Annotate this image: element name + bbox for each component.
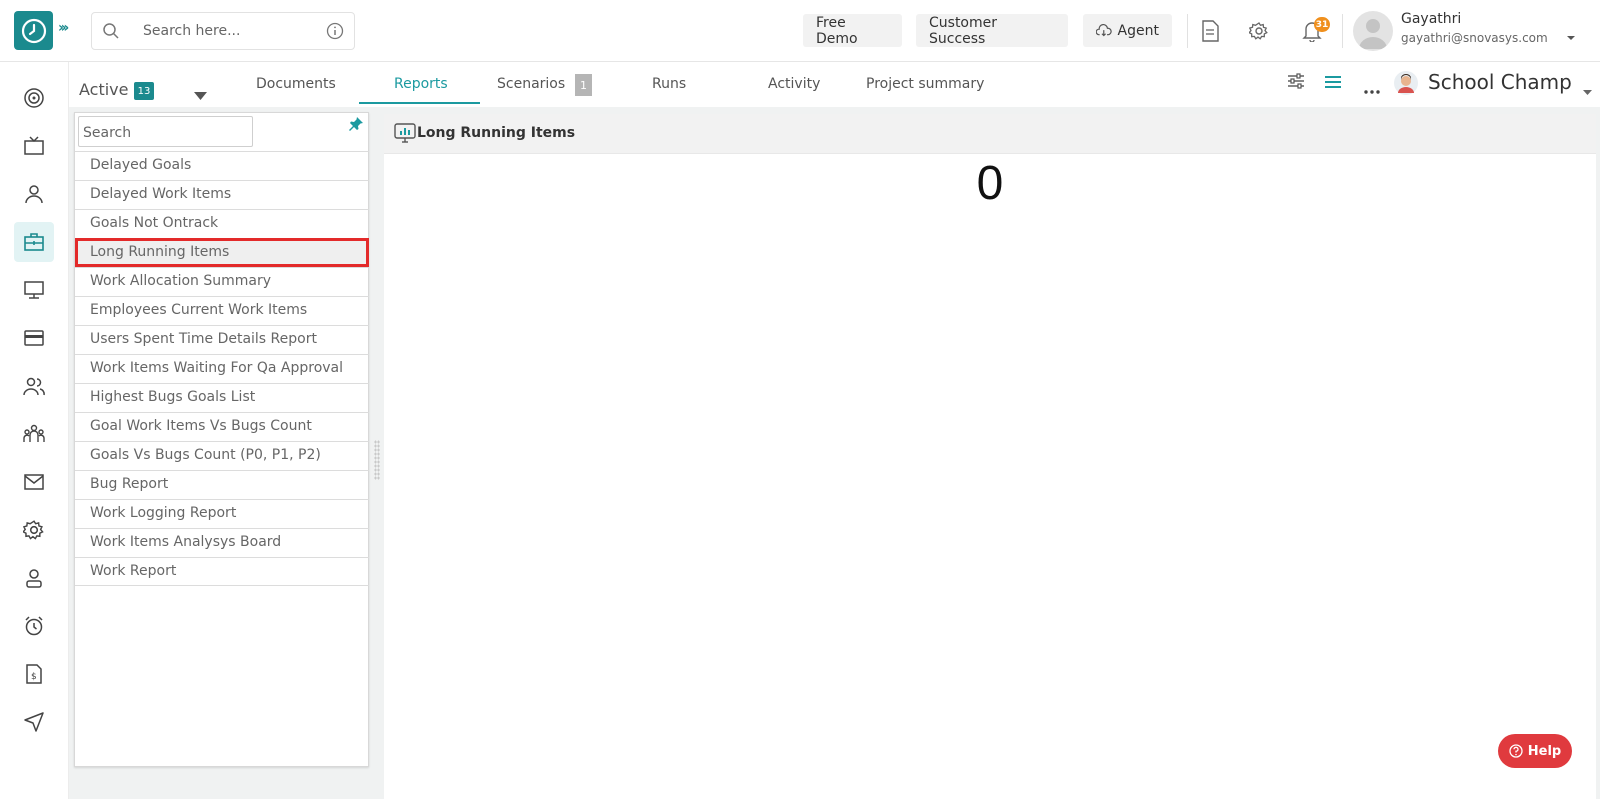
chevron-down-icon[interactable] (1566, 26, 1576, 45)
report-header: Long Running Items (384, 114, 1596, 154)
list-item-selected[interactable]: Long Running Items (75, 238, 369, 267)
users-group-icon[interactable] (14, 366, 54, 406)
report-panel: Long Running Items 0 (384, 114, 1596, 799)
user-email: gayathri@snovasys.com (1401, 31, 1548, 45)
customer-success-button[interactable]: Customer Success (916, 14, 1068, 47)
filter-sliders-icon[interactable] (1287, 73, 1305, 93)
profile-icon[interactable] (14, 558, 54, 598)
list-item[interactable]: Goal Work Items Vs Bugs Count (75, 412, 369, 441)
list-item[interactable]: Work Logging Report (75, 499, 369, 528)
svg-text:$: $ (31, 672, 37, 682)
tab-activity[interactable]: Activity (768, 76, 820, 104)
caret-down-icon[interactable] (194, 85, 207, 104)
search-icon (102, 22, 120, 44)
tab-scenarios[interactable]: Scenarios (497, 76, 565, 104)
scenarios-count-badge: 1 (575, 74, 592, 96)
divider (1187, 14, 1188, 48)
tab-documents[interactable]: Documents (256, 76, 336, 104)
send-icon[interactable] (14, 702, 54, 742)
dashboard-target-icon[interactable] (14, 78, 54, 118)
help-label: Help (1527, 743, 1562, 759)
resize-handle[interactable] (374, 440, 380, 480)
global-search[interactable]: Search here... (91, 12, 355, 50)
info-icon[interactable] (326, 22, 344, 44)
report-monitor-icon (394, 123, 416, 147)
chevron-down-icon[interactable] (1583, 80, 1592, 99)
free-demo-button[interactable]: Free Demo (803, 14, 902, 47)
left-navigation: $ (0, 62, 69, 799)
reports-list-panel: Search Delayed Goals Delayed Work Items … (74, 112, 369, 767)
list-item[interactable]: Goals Vs Bugs Count (P0, P1, P2) (75, 441, 369, 470)
list-item[interactable]: Goals Not Ontrack (75, 209, 369, 238)
cloud-download-icon (1096, 23, 1112, 36)
notification-badge: 31 (1314, 17, 1330, 32)
report-title: Long Running Items (417, 125, 576, 141)
tab-runs[interactable]: Runs (652, 76, 686, 104)
projects-briefcase-icon[interactable] (14, 222, 54, 262)
list-item[interactable]: Work Items Analysys Board (75, 528, 369, 557)
list-item[interactable]: Bug Report (75, 470, 369, 499)
question-icon (1509, 744, 1523, 758)
list-item[interactable]: Delayed Goals (75, 151, 369, 180)
document-icon[interactable] (1197, 18, 1223, 44)
expand-menu-icon[interactable]: ››› (58, 20, 69, 36)
project-avatar (1394, 71, 1418, 95)
list-item[interactable]: Work Report (75, 557, 369, 586)
search-input[interactable]: Search here... (143, 23, 240, 39)
mail-icon[interactable] (14, 462, 54, 502)
tv-icon[interactable] (14, 126, 54, 166)
app-logo[interactable] (14, 11, 53, 50)
invoice-icon[interactable]: $ (14, 654, 54, 694)
user-name: Gayathri (1401, 11, 1462, 27)
list-item[interactable]: Work Items Waiting For Qa Approval (75, 354, 369, 383)
tab-reports[interactable]: Reports (394, 76, 448, 104)
report-value: 0 (976, 157, 1004, 210)
agent-label: Agent (1117, 22, 1159, 39)
list-item[interactable]: Delayed Work Items (75, 180, 369, 209)
list-item[interactable]: Users Spent Time Details Report (75, 325, 369, 354)
list-item[interactable]: Employees Current Work Items (75, 296, 369, 325)
list-item[interactable]: Work Allocation Summary (75, 267, 369, 296)
help-button[interactable]: Help (1498, 734, 1572, 768)
credit-card-icon[interactable] (14, 318, 54, 358)
agent-button[interactable]: Agent (1083, 14, 1172, 47)
reports-search-input[interactable]: Search (78, 116, 253, 147)
active-count-badge: 13 (134, 82, 154, 100)
team-icon[interactable] (14, 414, 54, 454)
alarm-clock-icon[interactable] (14, 606, 54, 646)
divider (1342, 14, 1343, 48)
more-options-icon[interactable] (1364, 79, 1380, 98)
settings-icon[interactable] (14, 510, 54, 550)
active-tab-indicator (359, 102, 480, 104)
list-item[interactable]: Highest Bugs Goals List (75, 383, 369, 412)
user-avatar[interactable] (1353, 11, 1393, 51)
list-view-icon[interactable] (1325, 74, 1341, 93)
monitor-icon[interactable] (14, 270, 54, 310)
tab-project-summary[interactable]: Project summary (866, 76, 984, 104)
status-filter-label[interactable]: Active (79, 80, 129, 99)
reports-list: Delayed Goals Delayed Work Items Goals N… (75, 151, 369, 586)
pin-icon[interactable] (348, 116, 364, 136)
user-icon[interactable] (14, 174, 54, 214)
settings-gear-icon[interactable] (1246, 18, 1272, 44)
clock-logo-icon (21, 18, 46, 43)
project-name[interactable]: School Champ (1428, 70, 1572, 94)
top-header: ››› Search here... Free Demo Customer Su… (0, 0, 1600, 62)
